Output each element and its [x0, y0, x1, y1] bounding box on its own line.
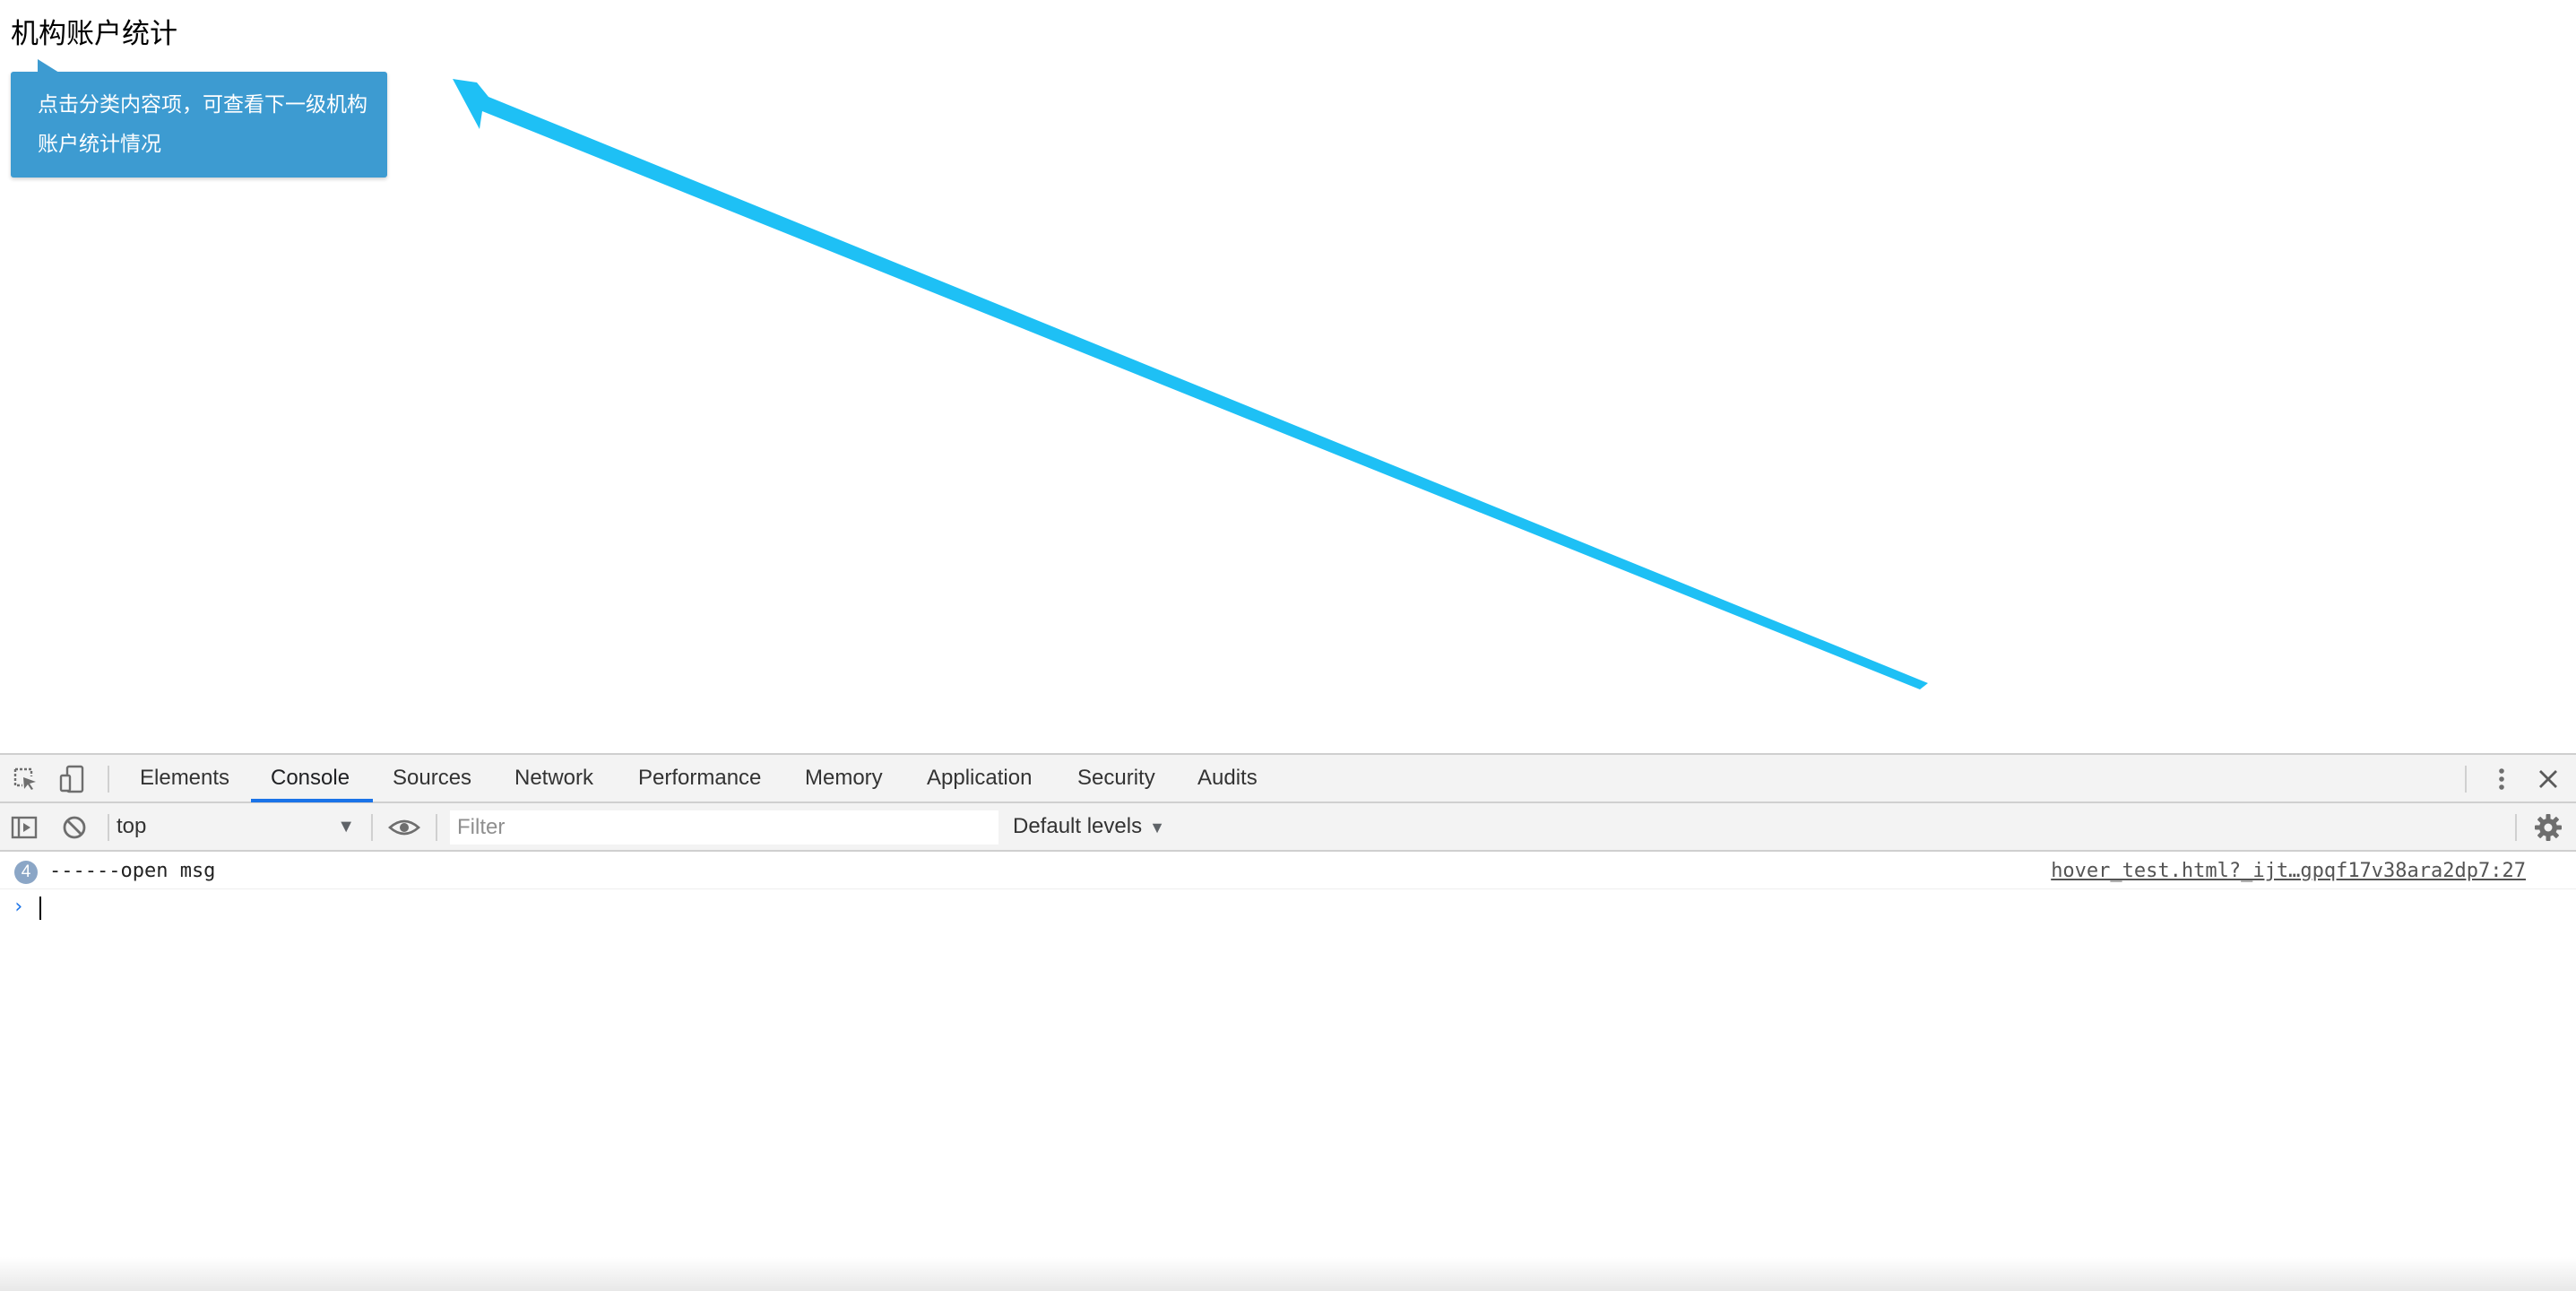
tooltip-text: 点击分类内容项，可查看下一级机构账户统计情况: [38, 93, 367, 156]
tab-performance[interactable]: Performance: [638, 755, 761, 801]
console-toolbar: top ▼ Default levels ▼: [0, 803, 2576, 852]
tab-audits[interactable]: Audits: [1197, 755, 1258, 801]
filter-input[interactable]: [450, 810, 998, 845]
tab-security[interactable]: Security: [1077, 755, 1155, 801]
chevron-down-icon: ▼: [337, 817, 355, 836]
toolbar-separator: [436, 814, 437, 841]
tab-elements[interactable]: Elements: [140, 755, 229, 801]
tab-console[interactable]: Console: [271, 755, 350, 801]
log-levels-label: Default levels: [1013, 814, 1143, 838]
tabbar-separator: [108, 766, 109, 793]
active-tab-indicator: [251, 799, 373, 802]
tab-application[interactable]: Application: [927, 755, 1032, 801]
prompt-chevron-icon: ›: [13, 896, 25, 918]
toolbar-separator: [108, 814, 109, 841]
inspect-element-icon[interactable]: [13, 767, 38, 792]
tabbar-right-separator: [2465, 766, 2467, 793]
annotation-arrow-shape: [453, 79, 1928, 689]
toolbar-separator: [371, 814, 373, 841]
tab-sources[interactable]: Sources: [393, 755, 471, 801]
tab-network[interactable]: Network: [514, 755, 593, 801]
eye-icon[interactable]: [387, 814, 421, 841]
tooltip: 点击分类内容项，可查看下一级机构账户统计情况: [11, 59, 387, 178]
context-selector[interactable]: top ▼: [117, 810, 362, 843]
console-input[interactable]: [38, 894, 2458, 921]
settings-gear-icon[interactable]: [2533, 812, 2563, 843]
device-toolbar-icon[interactable]: [59, 765, 84, 793]
text-caret: [39, 897, 41, 920]
page-title: 机构账户统计: [11, 18, 177, 50]
console-prompt: ›: [0, 889, 2576, 925]
console-message-source-link[interactable]: hover_test.html?_ijt…gpqf17v38ara2dp7:27: [2051, 853, 2526, 889]
repeat-count-badge: 4: [14, 861, 38, 884]
console-message-text: ------open msg: [49, 860, 216, 882]
tooltip-caret: [38, 59, 59, 73]
more-vert-icon[interactable]: [2488, 766, 2515, 793]
tab-memory[interactable]: Memory: [805, 755, 883, 801]
clear-console-icon[interactable]: [61, 814, 88, 841]
log-levels-selector[interactable]: Default levels ▼: [1013, 810, 1165, 843]
console-messages: 4 ------open msg hover_test.html?_ijt…gp…: [0, 853, 2576, 1291]
console-message-row: 4 ------open msg hover_test.html?_ijt…gp…: [0, 853, 2576, 889]
devtools-tabbar: Elements Console Sources Network Perform…: [0, 755, 2576, 803]
toolbar-right-separator: [2515, 814, 2517, 841]
context-selector-value: top: [117, 814, 147, 838]
show-sidebar-icon[interactable]: [11, 814, 38, 841]
devtools-panel: Elements Console Sources Network Perform…: [0, 753, 2576, 1291]
chevron-down-icon: ▼: [1149, 819, 1165, 836]
close-icon[interactable]: [2535, 766, 2562, 793]
page: 机构账户统计 点击分类内容项，可查看下一级机构账户统计情况 Elements C…: [0, 0, 2576, 1291]
